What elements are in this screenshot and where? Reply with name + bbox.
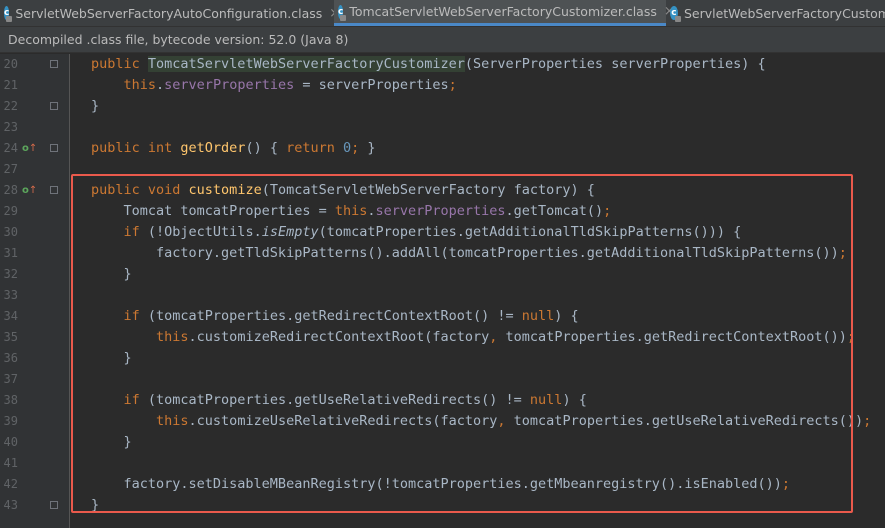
class-file-icon: c: [670, 6, 681, 22]
code-line: 40 }: [0, 432, 885, 453]
tab-autoconfiguration[interactable]: c ServletWebServerFactoryAutoConfigurati…: [4, 0, 340, 26]
line-number: 39: [3, 414, 18, 428]
tab-label: ServletWebServerFactoryCustomiz: [683, 5, 885, 21]
line-number: 41: [3, 456, 18, 470]
line-number: 28: [3, 183, 18, 197]
line-number: 38: [3, 393, 18, 407]
code-line: 34 if (tomcatProperties.getRedirectConte…: [0, 306, 885, 327]
line-number: 33: [3, 288, 18, 302]
line-number: 34: [3, 309, 18, 323]
code-line: 30 if (!ObjectUtils.isEmpty(tomcatProper…: [0, 222, 885, 243]
code-line: 23: [0, 117, 885, 138]
code-text: }: [91, 98, 100, 114]
code-text: }: [91, 497, 100, 513]
line-number: 40: [3, 435, 18, 449]
code-line: 20 public TomcatServletWebServerFactoryCu…: [0, 54, 885, 75]
tab-label: ServletWebServerFactoryAutoConfiguration…: [15, 5, 323, 21]
override-method-icon[interactable]: o↑: [22, 138, 37, 159]
code-text: public void customize(TomcatServletWebSe…: [91, 182, 595, 198]
code-line: 32 }: [0, 264, 885, 285]
line-number: 31: [3, 246, 18, 260]
line-number: 43: [3, 498, 18, 512]
code-line: 22}: [0, 96, 885, 117]
line-number: 36: [3, 351, 18, 365]
override-method-icon[interactable]: o↑: [22, 180, 37, 201]
tab-label: TomcatServletWebServerFactoryCustomizer.…: [349, 4, 657, 19]
code-line: 42 factory.setDisableMBeanRegistry(!tomc…: [0, 474, 885, 495]
line-number: 42: [3, 477, 18, 491]
code-text: if (tomcatProperties.getUseRelativeRedir…: [123, 392, 587, 408]
code-line: 31 factory.getTldSkipPatterns().addAll(t…: [0, 243, 885, 264]
code-line: 37: [0, 369, 885, 390]
code-text: if (tomcatProperties.getRedirectContextR…: [123, 308, 579, 324]
tab-factory-customizer[interactable]: c ServletWebServerFactoryCustomiz: [670, 0, 885, 26]
class-file-icon: c: [4, 6, 13, 22]
line-number: 22: [3, 99, 18, 113]
line-number: 20: [3, 57, 18, 71]
code-line: 33: [0, 285, 885, 306]
fold-toggle-icon[interactable]: [50, 102, 58, 110]
editor-tab-bar: c ServletWebServerFactoryAutoConfigurati…: [0, 0, 885, 27]
decompiled-banner: Decompiled .class file, bytecode version…: [0, 27, 885, 53]
code-text: }: [91, 350, 132, 366]
line-number: 30: [3, 225, 18, 239]
code-text: }: [91, 434, 132, 450]
line-number: 23: [3, 120, 18, 134]
code-line: 28 o↑ public void customize(TomcatServletW…: [0, 180, 885, 201]
class-file-icon: c: [338, 4, 347, 21]
code-line: 38 if (tomcatProperties.getUseRelativeRe…: [0, 390, 885, 411]
code-text: public int getOrder() { return 0; }: [91, 140, 376, 156]
line-number: 37: [3, 372, 18, 386]
code-text: factory.getTldSkipPatterns().addAll(tomc…: [91, 245, 847, 261]
code-text: }: [91, 266, 132, 282]
line-number: 27: [3, 162, 18, 176]
code-line: 39 this.customizeUseRelativeRedirects(fa…: [0, 411, 885, 432]
code-text: Tomcat tomcatProperties = this.serverPro…: [91, 203, 612, 219]
code-text: factory.setDisableMBeanRegistry(!tomcatP…: [91, 476, 791, 492]
code-line: 29 Tomcat tomcatProperties = this.server…: [0, 201, 885, 222]
code-text: public TomcatServletWebServerFactoryCust…: [91, 56, 766, 72]
line-number: 24: [3, 141, 18, 155]
line-number: 32: [3, 267, 18, 281]
fold-toggle-icon[interactable]: [50, 60, 58, 68]
code-line: 21 this.serverProperties = serverPropert…: [0, 75, 885, 96]
code-line: 43}: [0, 495, 885, 516]
code-line: 36 }: [0, 348, 885, 369]
line-number: 35: [3, 330, 18, 344]
code-text: this.serverProperties = serverProperties…: [123, 77, 457, 93]
code-line: 35 this.customizeRedirectContextRoot(fac…: [0, 327, 885, 348]
fold-toggle-icon[interactable]: [50, 186, 58, 194]
code-line: 41: [0, 453, 885, 474]
code-line: 27: [0, 159, 885, 180]
code-text: this.customizeRedirectContextRoot(factor…: [156, 329, 856, 345]
fold-toggle-icon[interactable]: [50, 501, 58, 509]
code-text: if (!ObjectUtils.isEmpty(tomcatPropertie…: [123, 224, 742, 240]
fold-toggle-icon[interactable]: [50, 144, 58, 152]
line-number: 29: [3, 204, 18, 218]
tab-customizer[interactable]: c TomcatServletWebServerFactoryCustomize…: [334, 0, 675, 26]
line-number: 21: [3, 78, 18, 92]
code-text: this.customizeUseRelativeRedirects(facto…: [156, 413, 872, 429]
code-line: 24 o↑ public int getOrder() { return 0; }: [0, 138, 885, 159]
